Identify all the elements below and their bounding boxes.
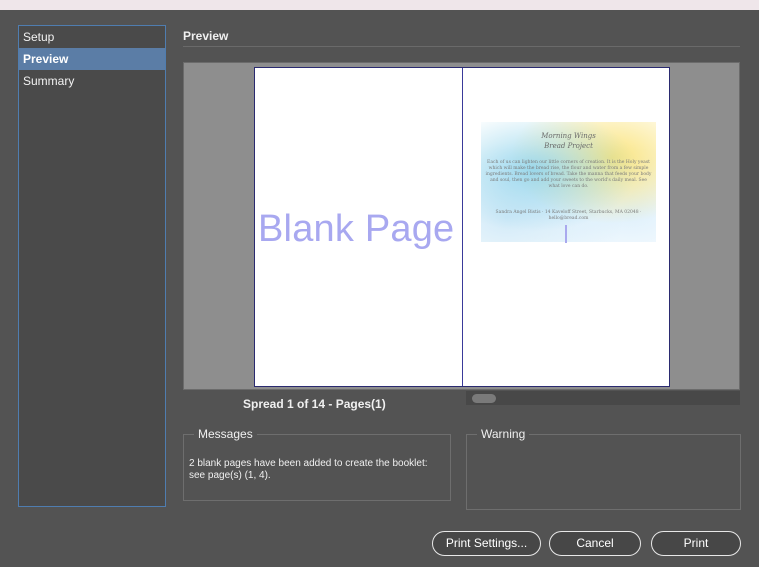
sidebar-item-setup[interactable]: Setup (19, 26, 165, 48)
spread-spine (462, 68, 463, 386)
booklet-spread: Blank Page Morning Wings Bread Project E… (254, 67, 670, 387)
messages-panel: Messages 2 blank pages have been added t… (183, 427, 451, 501)
artwork-title: Morning Wings (541, 132, 596, 140)
page-artwork: Morning Wings Bread Project Each of us c… (481, 122, 656, 243)
cancel-button[interactable]: Cancel (549, 531, 641, 556)
window-top-strip (0, 0, 759, 10)
sidebar-item-preview[interactable]: Preview (19, 48, 165, 70)
sidebar-item-summary[interactable]: Summary (19, 70, 165, 92)
warning-panel: Warning (466, 427, 741, 510)
messages-title: Messages (194, 427, 257, 441)
artwork-subtitle: Bread Project (544, 142, 593, 150)
preview-area: Blank Page Morning Wings Bread Project E… (183, 62, 740, 390)
artwork-body-text: Each of us can lighten our little corner… (485, 160, 652, 189)
blank-page-label: Blank Page (258, 208, 455, 250)
spread-scrollbar[interactable] (466, 391, 740, 405)
messages-text: 2 blank pages have been added to create … (189, 458, 428, 481)
sidebar: Setup Preview Summary (18, 25, 166, 507)
scrollbar-thumb[interactable] (472, 394, 496, 403)
print-button[interactable]: Print (651, 531, 741, 556)
print-settings-button[interactable]: Print Settings... (432, 531, 541, 556)
text-cursor-mark (565, 225, 567, 243)
section-title: Preview (183, 29, 229, 43)
spread-page-label: Spread 1 of 14 - Pages(1) (243, 397, 386, 411)
warning-title: Warning (477, 427, 530, 441)
section-divider (183, 46, 740, 47)
artwork-footer-text: Sandra Angel Bistis · 14 Kaveloff Street… (495, 210, 642, 221)
